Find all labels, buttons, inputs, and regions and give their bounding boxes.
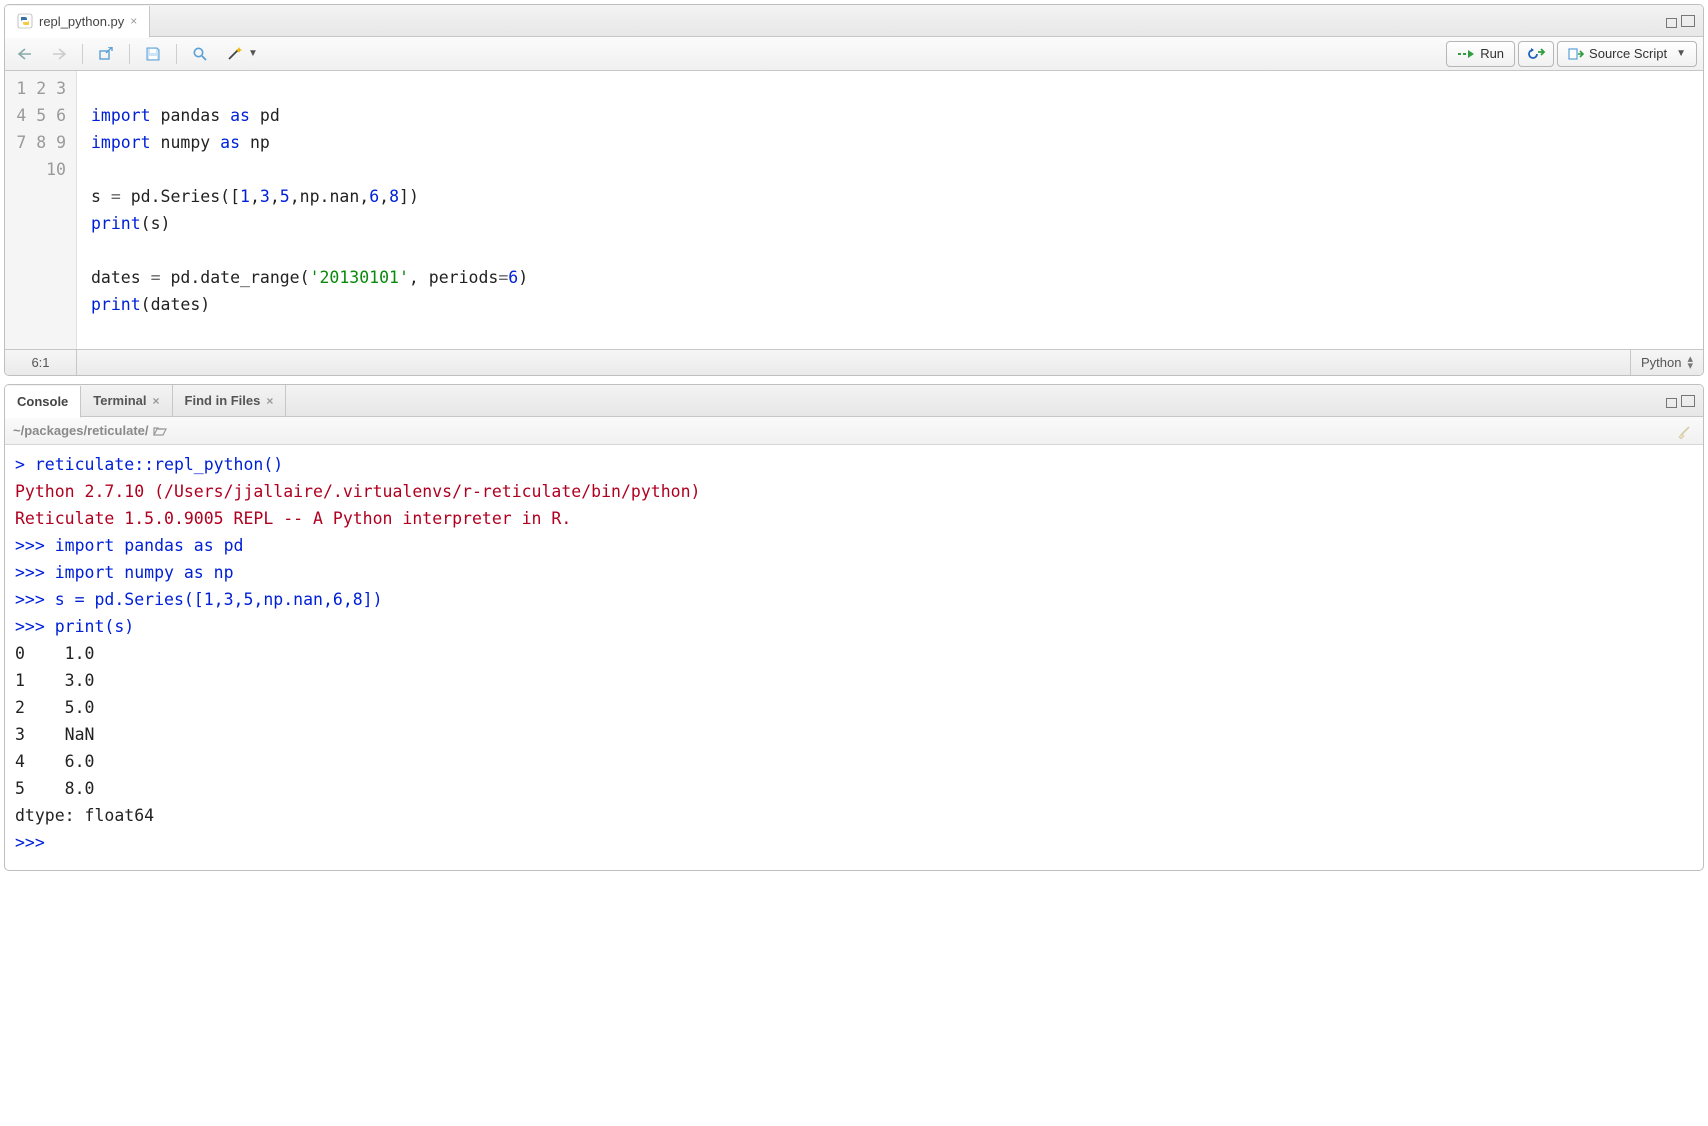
maximize-pane-icon[interactable] — [1681, 15, 1695, 27]
python-file-icon — [17, 13, 33, 29]
tab-terminal[interactable]: Terminal × — [81, 385, 172, 417]
tab-console-label: Console — [17, 394, 68, 409]
editor-toolbar: ▼ Run Source Script ▼ — [5, 37, 1703, 71]
console-pane: Console Terminal × Find in Files × ~/pac… — [4, 384, 1704, 871]
dropdown-caret-icon: ▼ — [1676, 48, 1686, 59]
editor-statusbar: 6:1 Python ▴▾ — [5, 349, 1703, 375]
source-label: Source Script — [1589, 46, 1667, 61]
separator — [82, 44, 83, 64]
save-icon — [145, 46, 161, 62]
search-icon — [192, 46, 208, 62]
back-button[interactable] — [11, 44, 39, 64]
run-button[interactable]: Run — [1446, 41, 1515, 67]
arrow-left-icon — [17, 47, 33, 61]
wand-button[interactable]: ▼ — [220, 43, 264, 65]
line-gutter: 1 2 3 4 5 6 7 8 9 10 — [5, 71, 77, 349]
console-path-bar: ~/packages/reticulate/ — [5, 417, 1703, 445]
rerun-button[interactable] — [1518, 41, 1554, 67]
dropdown-caret-icon: ▼ — [248, 48, 258, 59]
magic-wand-icon — [226, 46, 244, 62]
tab-find-in-files[interactable]: Find in Files × — [173, 385, 287, 417]
close-icon[interactable]: × — [266, 394, 273, 408]
tab-terminal-label: Terminal — [93, 393, 146, 408]
console-tabbar: Console Terminal × Find in Files × — [5, 385, 1703, 417]
source-icon — [1568, 47, 1584, 61]
cursor-position: 6:1 — [5, 350, 77, 375]
popout-icon — [98, 47, 114, 61]
tab-console[interactable]: Console — [5, 386, 81, 418]
rerun-icon — [1526, 47, 1546, 61]
editor-tab[interactable]: repl_python.py × — [5, 6, 150, 38]
editor-tabbar: repl_python.py × — [5, 5, 1703, 37]
editor-body: 1 2 3 4 5 6 7 8 9 10 import pandas as pd… — [5, 71, 1703, 349]
minimize-pane-icon[interactable] — [1666, 398, 1677, 408]
minimize-pane-icon[interactable] — [1666, 18, 1677, 28]
source-script-button[interactable]: Source Script ▼ — [1557, 41, 1697, 67]
code-area[interactable]: import pandas as pdimport numpy as np s … — [77, 71, 1703, 349]
tab-find-label: Find in Files — [185, 393, 261, 408]
separator — [129, 44, 130, 64]
editor-pane: repl_python.py × — [4, 4, 1704, 376]
find-button[interactable] — [186, 43, 214, 65]
arrow-right-icon — [51, 47, 67, 61]
save-button[interactable] — [139, 43, 167, 65]
popout-button[interactable] — [92, 44, 120, 64]
separator — [176, 44, 177, 64]
close-icon[interactable]: × — [130, 14, 137, 28]
run-label: Run — [1480, 46, 1504, 61]
clear-console-icon[interactable] — [1677, 423, 1695, 439]
working-directory: ~/packages/reticulate/ — [13, 423, 149, 438]
open-folder-icon[interactable] — [153, 425, 167, 437]
tab-filename: repl_python.py — [39, 14, 124, 29]
language-selector[interactable]: Python ▴▾ — [1630, 350, 1703, 375]
language-label: Python — [1641, 350, 1681, 376]
console-output[interactable]: > reticulate::repl_python()Python 2.7.10… — [5, 445, 1703, 870]
maximize-pane-icon[interactable] — [1681, 395, 1695, 407]
updown-icon: ▴▾ — [1687, 356, 1693, 370]
forward-button[interactable] — [45, 44, 73, 64]
run-arrow-icon — [1457, 48, 1475, 60]
close-icon[interactable]: × — [153, 394, 160, 408]
